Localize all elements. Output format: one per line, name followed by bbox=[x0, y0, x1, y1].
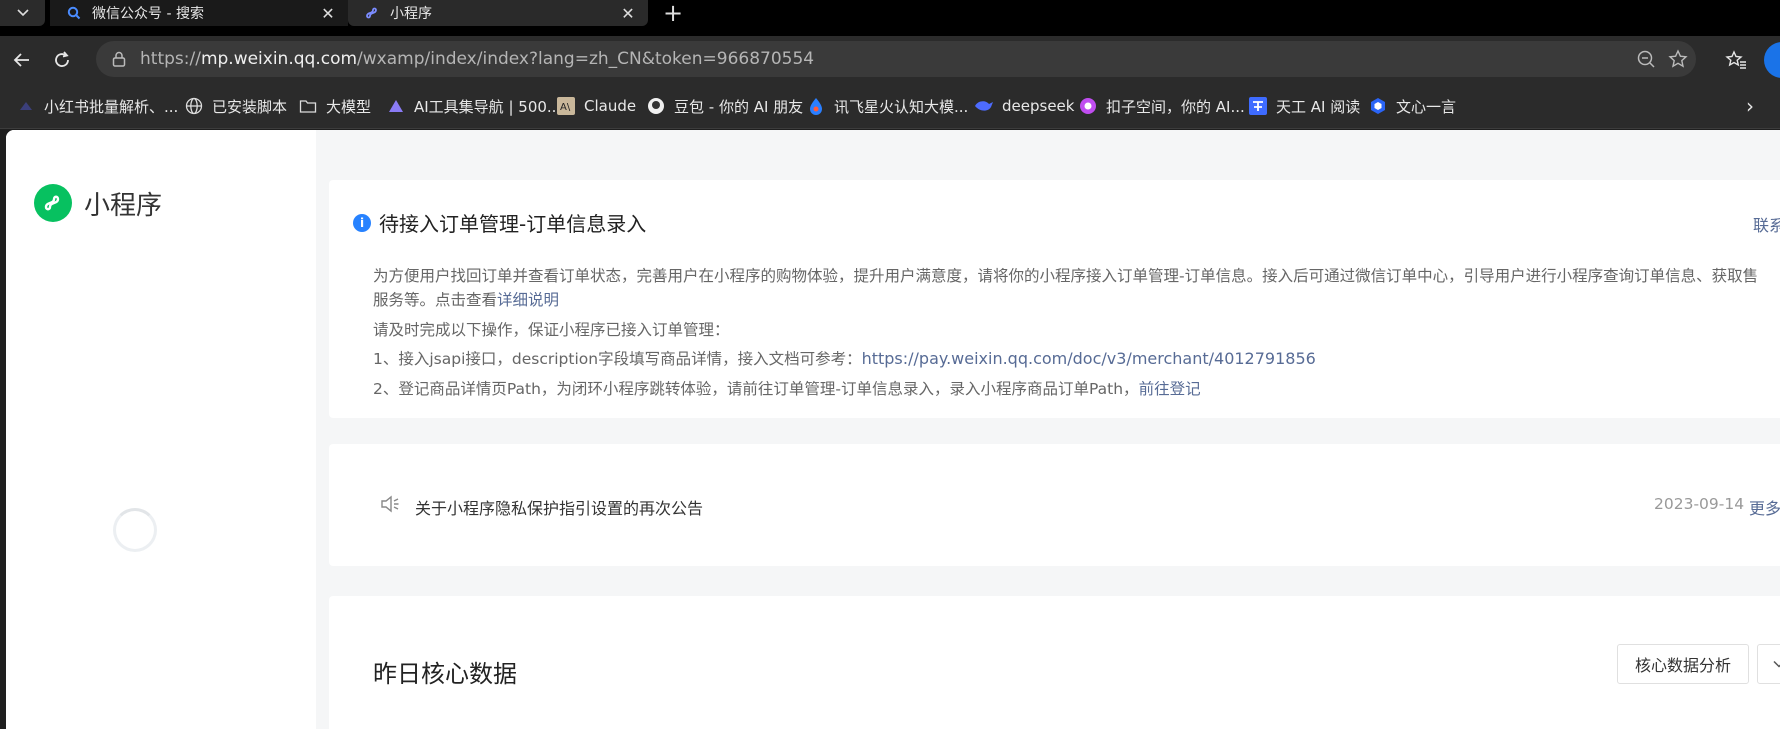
notice-description-cont: 服务等。点击查看详细说明 bbox=[373, 288, 559, 310]
bookmark-label: 扣子空间，你的 AI... bbox=[1106, 97, 1245, 116]
bookmark-item[interactable]: 已安装脚本 bbox=[184, 94, 287, 118]
url-host: mp.weixin.qq.com bbox=[200, 49, 358, 69]
bookmark-folder[interactable]: 大模型 bbox=[298, 94, 371, 118]
tab-title: 微信公众号 - 搜索 bbox=[92, 6, 204, 22]
lock-icon bbox=[110, 50, 128, 68]
reload-icon bbox=[55, 51, 69, 67]
zoom-out-icon[interactable] bbox=[1634, 47, 1658, 71]
bookmarks-bar: 小红书批量解析、... 已安装脚本 大模型 AI工具集导航 | 500... A… bbox=[0, 84, 1780, 129]
url-scheme: https:// bbox=[140, 49, 201, 69]
speaker-icon bbox=[379, 493, 403, 517]
bookmark-label: deepseek bbox=[1002, 97, 1075, 115]
new-tab-button[interactable]: + bbox=[660, 0, 686, 27]
chevron-right-icon: › bbox=[1746, 94, 1754, 118]
favorites-button[interactable] bbox=[1720, 44, 1752, 76]
bookmark-item[interactable]: 文心一言 bbox=[1368, 94, 1456, 118]
deepseek-icon bbox=[974, 96, 994, 116]
core-data-card: 昨日核心数据 核心数据分析 bbox=[329, 596, 1780, 729]
contact-link[interactable]: 联系 bbox=[1753, 212, 1780, 236]
close-icon[interactable]: ✕ bbox=[316, 1, 340, 25]
bookmark-item[interactable]: 天工 AI 阅读 bbox=[1248, 94, 1360, 118]
bookmark-label: 小红书批量解析、... bbox=[44, 97, 179, 116]
notice-step-2: 2、登记商品详情页Path，为闭环小程序跳转体验，请前往订单管理-订单信息录入，… bbox=[373, 377, 1201, 399]
bookmark-item[interactable]: AI工具集导航 | 500... bbox=[386, 94, 561, 118]
xhs-icon bbox=[16, 96, 36, 116]
profile-avatar[interactable]: I bbox=[1764, 42, 1780, 78]
star-icon[interactable] bbox=[1666, 47, 1690, 71]
bookmark-label: AI工具集导航 | 500... bbox=[414, 97, 562, 116]
chevron-down-icon bbox=[16, 9, 29, 17]
reload-button[interactable] bbox=[46, 44, 78, 76]
tab-title: 小程序 bbox=[390, 6, 432, 22]
announcement-date: 2023-09-14 bbox=[1654, 495, 1745, 513]
miniprogram-logo-icon bbox=[34, 184, 72, 222]
loading-spinner-icon bbox=[113, 508, 157, 552]
arrow-left-icon bbox=[13, 53, 29, 67]
miniprogram-icon bbox=[364, 5, 380, 21]
globe-icon bbox=[184, 96, 204, 116]
bookmark-item[interactable]: 讯飞星火认知大模... bbox=[806, 94, 968, 118]
bookmark-item[interactable]: A\ Claude bbox=[556, 94, 636, 118]
address-bar[interactable]: https://mp.weixin.qq.com/wxamp/index/ind… bbox=[96, 41, 1696, 77]
doubao-icon bbox=[646, 96, 666, 116]
browser-toolbar: https://mp.weixin.qq.com/wxamp/index/ind… bbox=[0, 36, 1780, 84]
brand[interactable]: 小程序 bbox=[34, 184, 162, 222]
notice-step-1: 1、接入jsapi接口，description字段填写商品详情，接入文档可参考：… bbox=[373, 347, 1316, 369]
page-viewport: 小程序 i 待接入订单管理-订单信息录入 联系 为方便用户找回订单并查看订单状态… bbox=[6, 130, 1780, 729]
notice-description: 为方便用户找回订单并查看订单状态，完善用户在小程序的购物体验，提升用户满意度，请… bbox=[373, 267, 1759, 285]
favorites-icon bbox=[1725, 50, 1746, 69]
bookmark-item[interactable]: 小红书批量解析、... bbox=[16, 94, 178, 118]
url-text: https://mp.weixin.qq.com/wxamp/index/ind… bbox=[140, 49, 814, 69]
details-link[interactable]: 详细说明 bbox=[497, 291, 559, 309]
notice-instruction: 请及时完成以下操作，保证小程序已接入订单管理： bbox=[373, 321, 730, 339]
core-data-title: 昨日核心数据 bbox=[373, 660, 517, 688]
wenxin-icon bbox=[1368, 96, 1388, 116]
xinghuo-icon bbox=[806, 96, 826, 116]
announcement-link[interactable]: 关于小程序隐私保护指引设置的再次公告 bbox=[415, 495, 703, 519]
search-icon bbox=[66, 5, 82, 21]
bookmark-label: 已安装脚本 bbox=[212, 97, 288, 116]
bookmark-label: 文心一言 bbox=[1396, 97, 1457, 116]
close-icon[interactable]: ✕ bbox=[616, 1, 640, 25]
chevron-down-icon bbox=[1773, 660, 1780, 668]
core-data-analysis-button[interactable]: 核心数据分析 bbox=[1617, 644, 1749, 684]
core-data-dropdown-button[interactable] bbox=[1757, 644, 1780, 684]
tab-strip: 微信公众号 - 搜索 ✕ 小程序 ✕ + bbox=[0, 0, 1780, 36]
notice-title: 待接入订单管理-订单信息录入 bbox=[379, 212, 647, 236]
register-link[interactable]: 前往登记 bbox=[1139, 380, 1201, 398]
claude-icon: A\ bbox=[556, 96, 576, 116]
brand-name: 小程序 bbox=[84, 190, 163, 221]
doc-link[interactable]: https://pay.weixin.qq.com/doc/v3/merchan… bbox=[862, 349, 1316, 368]
bookmark-item[interactable]: deepseek bbox=[974, 94, 1074, 118]
tiangong-icon bbox=[1248, 96, 1268, 116]
back-button[interactable] bbox=[6, 44, 38, 76]
announcement-more-link[interactable]: 更多 bbox=[1749, 495, 1780, 519]
bookmark-label: 大模型 bbox=[326, 97, 372, 116]
notice-header: i 待接入订单管理-订单信息录入 bbox=[353, 208, 646, 237]
tab-miniprogram[interactable]: 小程序 ✕ bbox=[348, 0, 648, 26]
bookmark-label: 豆包 - 你的 AI 朋友 bbox=[674, 97, 804, 116]
order-notice-card: i 待接入订单管理-订单信息录入 联系 为方便用户找回订单并查看订单状态，完善用… bbox=[329, 180, 1780, 418]
info-icon: i bbox=[353, 213, 371, 232]
folder-icon bbox=[298, 96, 318, 116]
bookmarks-overflow-button[interactable]: › bbox=[1738, 94, 1762, 118]
bookmark-label: Claude bbox=[584, 97, 637, 115]
announcement-card: 关于小程序隐私保护指引设置的再次公告 2023-09-14 更多 bbox=[329, 444, 1780, 566]
sidebar: 小程序 bbox=[6, 130, 316, 729]
svg-text:A\: A\ bbox=[560, 102, 571, 113]
bookmark-label: 讯飞星火认知大模... bbox=[834, 97, 969, 116]
step-text: 2、登记商品详情页Path，为闭环小程序跳转体验，请前往订单管理-订单信息录入，… bbox=[373, 380, 1139, 398]
bookmark-item[interactable]: 扣子空间，你的 AI... bbox=[1078, 94, 1245, 118]
ai-tools-icon bbox=[386, 96, 406, 116]
tab-search[interactable]: 微信公众号 - 搜索 ✕ bbox=[50, 0, 348, 26]
coze-icon bbox=[1078, 96, 1098, 116]
notice-text: 服务等。点击查看 bbox=[373, 291, 498, 309]
tab-list-button[interactable] bbox=[0, 0, 45, 26]
step-text: 1、接入jsapi接口，description字段填写商品详情，接入文档可参考： bbox=[373, 350, 862, 368]
bookmark-label: 天工 AI 阅读 bbox=[1276, 97, 1361, 116]
plus-icon: + bbox=[662, 0, 684, 27]
bookmark-item[interactable]: 豆包 - 你的 AI 朋友 bbox=[646, 94, 803, 118]
url-path: /wxamp/index/index?lang=zh_CN&token=9668… bbox=[357, 49, 815, 69]
